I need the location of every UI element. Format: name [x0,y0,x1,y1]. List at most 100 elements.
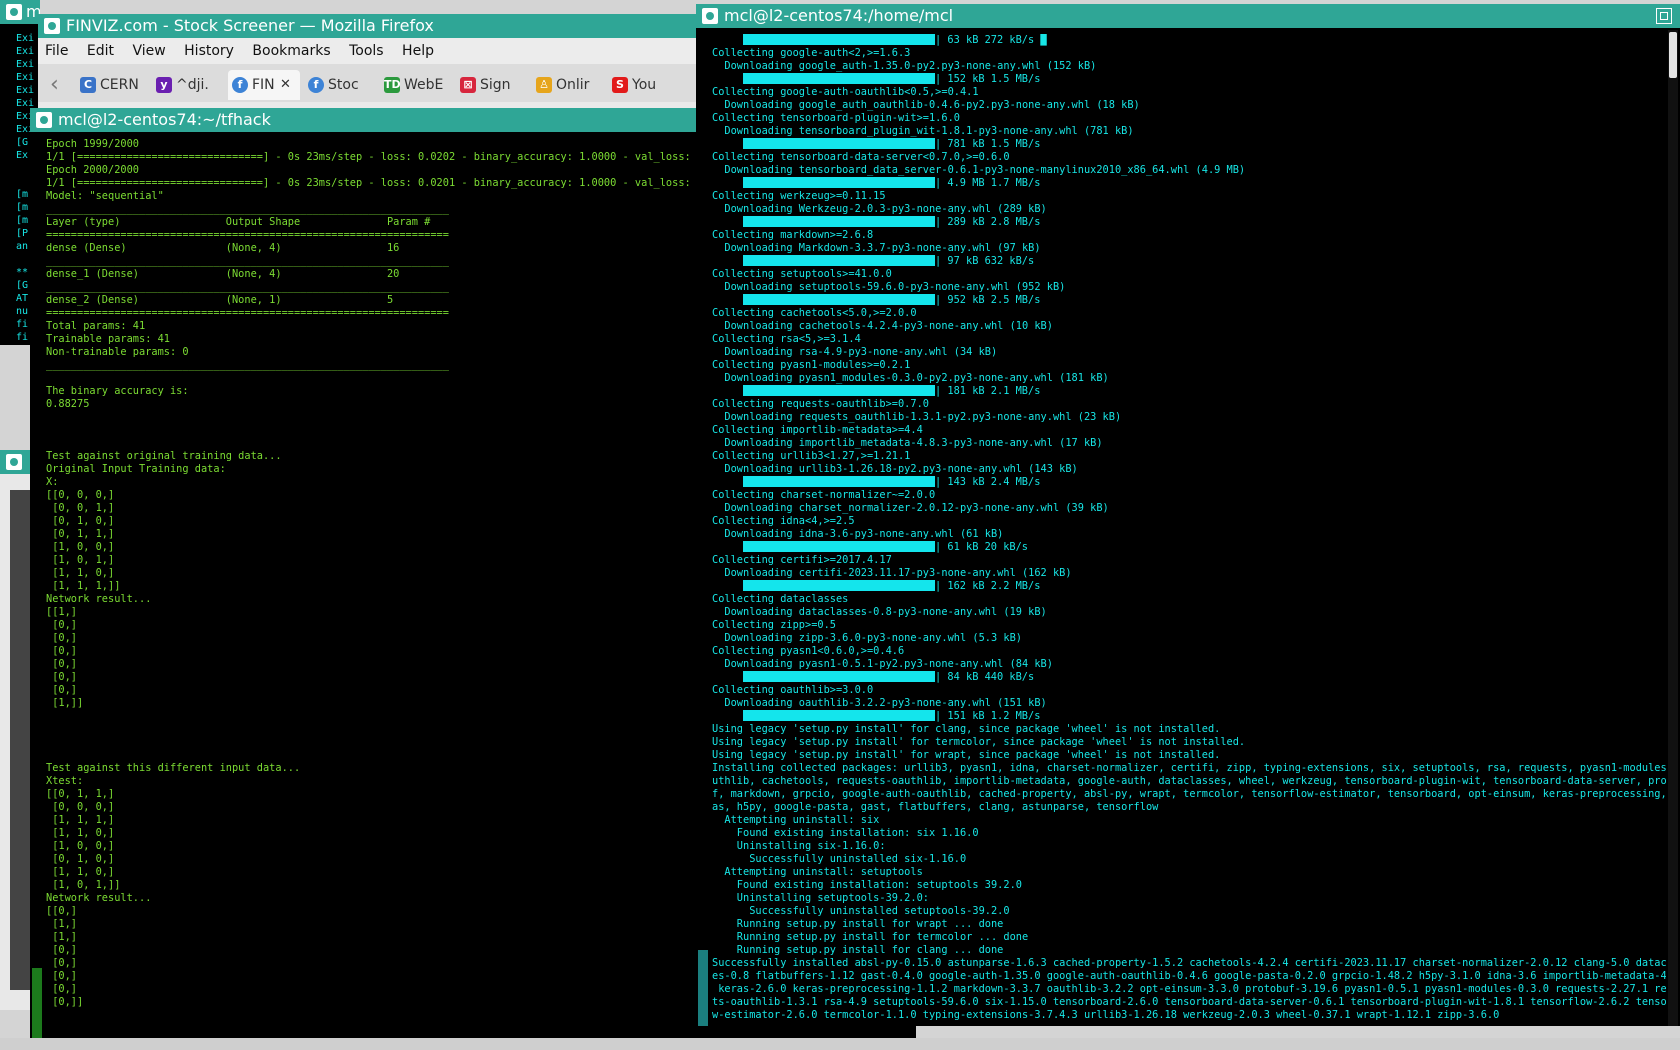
terminal-line: keras-2.6.0 keras-preprocessing-1.1.2 ma… [712,983,1666,996]
terminal-line: Downloading zipp-3.6.0-py3-none-any.whl … [712,632,1666,645]
terminal-line: Downloading pyasn1-0.5.1-py2.py3-none-an… [712,658,1666,671]
terminal-line: es-0.8 flatbuffers-1.12 gast-0.4.0 googl… [712,970,1666,983]
terminal-line-text: | 162 kB 2.2 MB/s [935,580,1041,592]
menu-edit[interactable]: Edit [80,38,121,64]
scrollbar-thumb[interactable] [1669,32,1677,78]
terminal-line: Downloading charset_normalizer-2.0.12-py… [712,502,1666,515]
home-terminal-titlebar[interactable]: mcl@l2-centos74:/home/mcl [696,4,1680,28]
terminal-line: Collecting google-auth-oauthlib<0.5,>=0.… [712,86,1666,99]
maximize-icon[interactable] [1656,8,1672,24]
terminal-line: Successfully uninstalled six-1.16.0 [712,853,1666,866]
terminal-line: Downloading cachetools-4.2.4-py3-none-an… [712,320,1666,333]
terminal-line-text: Downloading google_auth-1.35.0-py2.py3-n… [712,60,1097,72]
terminal-line: Downloading urllib3-1.26.18-py2.py3-none… [712,463,1666,476]
terminal-line: Downloading Markdown-3.3.7-py3-none-any.… [712,242,1666,255]
tab-yahoo-dji[interactable]: y ^dji. [152,70,224,100]
download-progress-bar [743,73,935,84]
menu-help[interactable]: Help [395,38,441,64]
terminal-line: Collecting requests-oauthlib>=0.7.0 [712,398,1666,411]
terminal-line-text: | 143 kB 2.4 MB/s [935,476,1041,488]
terminal-line: Exi [16,33,35,44]
terminal-line-text: Running setup.py install for clang ... d… [712,944,1004,956]
terminal-line: Downloading idna-3.6-py3-none-any.whl (6… [712,528,1666,541]
download-progress-bar [743,476,935,487]
terminal-line-text: Successfully uninstalled setuptools-39.2… [712,905,1010,917]
terminal-line: Downloading google_auth-1.35.0-py2.py3-n… [712,60,1666,73]
tab-bar: ‹ C CERN y ^dji. f FIN ✕ f Stoc TD WebE … [38,64,702,102]
terminal-line: Collecting cachetools<5.0,>=2.0.0 [712,307,1666,320]
terminal-line-text: Collecting oauthlib>=3.0.0 [712,684,874,696]
terminal-line-text: Using legacy 'setup.py install' for term… [712,736,1246,748]
tab-label: FIN [252,77,275,93]
firefox-window[interactable]: FINVIZ.com - Stock Screener — Mozilla Fi… [38,14,702,114]
terminal-line-text: Successfully uninstalled six-1.16.0 [712,853,967,865]
tab-finviz-active[interactable]: f FIN ✕ [228,70,300,100]
menu-tools[interactable]: Tools [342,38,391,64]
home-terminal-window[interactable]: mcl@l2-centos74:/home/mcl | 63 kB 272 kB… [696,4,1680,1026]
terminal-line-text: Collecting rsa<5,>=3.1.4 [712,333,861,345]
terminal-line-text: uthlib, cachetools, requests-oauthlib, i… [712,775,1666,787]
tab-online[interactable]: ♙ Onlir [532,70,604,100]
terminal-line-text: Downloading pyasn1-0.5.1-py2.py3-none-an… [712,658,1053,670]
terminal-scrollbar[interactable] [32,968,42,1038]
tab-sign[interactable]: ⊠ Sign [456,70,528,100]
hidden-window-sidebar [10,490,32,990]
menu-bookmarks[interactable]: Bookmarks [245,38,337,64]
terminal-line: | 61 kB 20 kB/s [712,541,1666,554]
terminal-line: Collecting idna<4,>=2.5 [712,515,1666,528]
firefox-titlebar[interactable]: FINVIZ.com - Stock Screener — Mozilla Fi… [38,14,702,38]
tab-label: You [632,77,657,93]
tab-cern[interactable]: C CERN [76,70,148,100]
terminal-line-text: Downloading google_auth_oauthlib-0.4.6-p… [712,99,1140,111]
terminal-line: Downloading pyasn1_modules-0.3.0-py2.py3… [712,372,1666,385]
terminal-line-text: Collecting cachetools<5.0,>=2.0.0 [712,307,917,319]
terminal-line: Downloading tensorboard_data_server-0.6.… [712,164,1666,177]
tab-webe[interactable]: TD WebE [380,70,452,100]
terminal-line-text: es-0.8 flatbuffers-1.12 gast-0.4.0 googl… [712,970,1666,982]
terminal-line-text: Downloading dataclasses-0.8-py3-none-any… [712,606,1047,618]
terminal-line: Downloading rsa-4.9-py3-none-any.whl (34… [712,346,1666,359]
menu-history[interactable]: History [177,38,241,64]
terminal-line-text: Downloading charset_normalizer-2.0.12-py… [712,502,1109,514]
tab-youtube[interactable]: S You [608,70,680,100]
close-icon[interactable]: ✕ [280,70,291,100]
terminal-line: w-estimator-2.6.0 termcolor-1.1.0 typing… [712,1009,1666,1022]
terminal-line: Collecting pyasn1-modules>=0.2.1 [712,359,1666,372]
sign-icon: ⊠ [460,77,476,93]
terminal-line: | 4.9 MB 1.7 MB/s [712,177,1666,190]
cern-icon: C [80,77,96,93]
terminal-line: Running setup.py install for clang ... d… [712,944,1666,957]
terminal-line: Collecting zipp>=0.5 [712,619,1666,632]
terminal-line-text: Downloading tensorboard_data_server-0.6.… [712,164,1246,176]
terminal-output[interactable]: | 63 kB 272 kB/s █ Collecting google-auth… [712,34,1666,1026]
terminal-line: Found existing installation: six 1.16.0 [712,827,1666,840]
tab-stock[interactable]: f Stoc [304,70,376,100]
background-terminal-titlebar[interactable]: mcl@l2-centos74:~ [0,0,40,24]
terminal-line-text: Downloading certifi-2023.11.17-py3-none-… [712,567,1072,579]
terminal-line: Downloading Werkzeug-2.0.3-py3-none-any.… [712,203,1666,216]
terminal-line-text: Attempting uninstall: six [712,814,880,826]
menu-view[interactable]: View [125,38,172,64]
terminal-line: Successfully uninstalled setuptools-39.2… [712,905,1666,918]
terminal-line-text: Uninstalling setuptools-39.2.0: [712,892,929,904]
terminal-line: Collecting pyasn1<0.6.0,>=0.4.6 [712,645,1666,658]
download-progress-bar [743,177,935,188]
desktop-background [0,1038,1680,1050]
finviz-icon: f [308,77,324,93]
download-progress-bar [743,580,935,591]
terminal-line: | 781 kB 1.5 MB/s [712,138,1666,151]
terminal-line: Collecting urllib3<1.27,>=1.21.1 [712,450,1666,463]
tab-scroll-back-button[interactable]: ‹ [50,72,59,97]
download-progress-bar [743,710,935,721]
terminal-left-gutter [698,950,708,1026]
terminal-line-text: Attempting uninstall: setuptools [712,866,923,878]
terminal-line-text: Collecting dataclasses [712,593,849,605]
terminal-line-text: Collecting importlib-metadata>=4.4 [712,424,923,436]
terminal-scrollbar[interactable] [1668,30,1678,1026]
terminal-line: Using legacy 'setup.py install' for term… [712,736,1666,749]
menu-file[interactable]: File [38,38,75,64]
terminal-line: Downloading requests_oauthlib-1.3.1-py2.… [712,411,1666,424]
td-icon: TD [384,77,401,93]
terminal-line-text: Downloading tensorboard_plugin_wit-1.8.1… [712,125,1134,137]
terminal-line-text: Using legacy 'setup.py install' for clan… [712,723,1221,735]
